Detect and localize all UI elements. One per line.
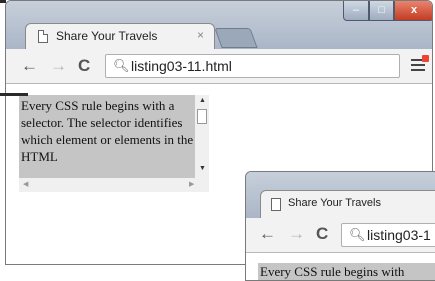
scroll-right-icon[interactable]: ▶	[189, 180, 194, 188]
second-browser-window: Share Your Travels × ← → C 🔍︎ listing03-…	[245, 171, 435, 281]
text-area[interactable]: Every CSS rule begins with a selector. T…	[19, 95, 209, 192]
url-text: listing03-11.html	[131, 58, 232, 74]
scroll-up-icon[interactable]: ▲	[199, 97, 206, 104]
textarea-text[interactable]: Every CSS rule begins with	[258, 263, 435, 280]
address-bar[interactable]: 🔍︎ listing03-11.html	[105, 54, 400, 78]
update-badge-icon	[422, 55, 429, 62]
horizontal-scrollbar[interactable]: ◀ ▶	[19, 178, 209, 192]
forward-arrow-icon[interactable]: →	[288, 224, 305, 244]
back-arrow-icon[interactable]: ←	[259, 224, 276, 244]
tab-close-icon[interactable]: ×	[197, 28, 204, 42]
forward-arrow-icon[interactable]: →	[50, 56, 67, 76]
textarea-text: Every CSS rule begins with a selector. T…	[21, 98, 194, 164]
reload-icon[interactable]: C	[78, 56, 90, 76]
search-icon: 🔍︎	[349, 227, 366, 242]
tab-title: Share Your Travels	[56, 29, 158, 43]
desktop-edge	[0, 93, 28, 96]
browser-toolbar: ← → C 🔍︎ listing03-1	[246, 218, 435, 253]
title-bar: Share Your Travels × ‒ □ x	[6, 1, 432, 49]
new-tab-button[interactable]	[214, 28, 258, 48]
page-content: Every CSS rule begins with	[246, 253, 435, 280]
tab-share-your-travels[interactable]: Share Your Travels ×	[25, 23, 215, 49]
maximize-button[interactable]: □	[369, 1, 394, 21]
search-icon: 🔍︎	[113, 58, 130, 73]
minimize-button[interactable]: ‒	[343, 1, 369, 21]
tab-share-your-travels[interactable]: Share Your Travels ×	[260, 190, 435, 218]
document-icon	[271, 198, 281, 211]
address-bar[interactable]: 🔍︎ listing03-1	[341, 223, 435, 247]
reload-icon[interactable]: C	[316, 224, 328, 244]
close-button[interactable]: x	[394, 1, 432, 21]
scroll-down-icon[interactable]: ▼	[199, 165, 206, 172]
document-icon	[38, 30, 48, 43]
tab-title: Share Your Travels	[288, 197, 381, 209]
title-bar: Share Your Travels ×	[246, 172, 435, 218]
scroll-left-icon[interactable]: ◀	[23, 180, 28, 188]
browser-toolbar: ← → C 🔍︎ listing03-11.html	[6, 49, 432, 84]
url-text: listing03-1	[367, 227, 431, 243]
vertical-scrollbar[interactable]: ▲ ▼	[195, 95, 209, 178]
back-arrow-icon[interactable]: ←	[21, 56, 38, 76]
scroll-thumb[interactable]	[197, 109, 207, 124]
